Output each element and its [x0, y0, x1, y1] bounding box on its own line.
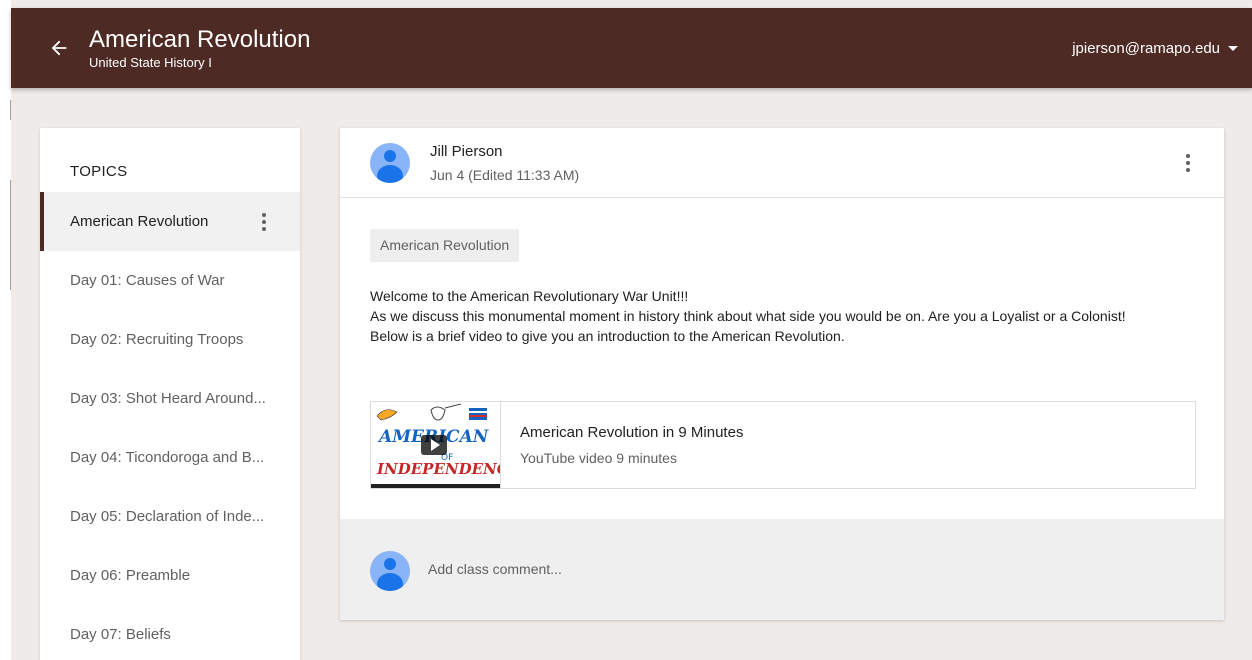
topic-item-label: Day 06: Preamble: [70, 567, 191, 584]
video-attachment[interactable]: AMERICAN OF INDEPENDENCE American Revolu…: [370, 401, 1196, 489]
topic-item-day-05[interactable]: Day 05: Declaration of Inde...: [40, 487, 300, 546]
topic-item-label: American Revolution: [70, 213, 209, 230]
topic-item-label: Day 03: Shot Heard Around...: [70, 390, 266, 407]
topic-item-label: Day 07: Beliefs: [70, 626, 171, 643]
post-body-line: Welcome to the American Revolutionary Wa…: [370, 288, 689, 304]
back-button[interactable]: [39, 28, 79, 68]
topics-heading: TOPICS: [70, 163, 128, 180]
page-title: American Revolution: [89, 25, 311, 53]
topic-item-day-02[interactable]: Day 02: Recruiting Troops: [40, 310, 300, 369]
window-edge-mark: [0, 100, 11, 120]
attachment-subtitle: YouTube video 9 minutes: [520, 450, 677, 466]
post-body-line: Below is a brief video to give you an in…: [370, 328, 845, 344]
add-class-comment-input[interactable]: Add class comment...: [428, 561, 562, 577]
author-avatar: [370, 143, 410, 183]
video-thumbnail: AMERICAN OF INDEPENDENCE: [371, 402, 501, 488]
topic-item-day-06[interactable]: Day 06: Preamble: [40, 546, 300, 605]
attachment-info: American Revolution in 9 Minutes YouTube…: [501, 402, 743, 488]
topic-item-label: Day 04: Ticondoroga and B...: [70, 449, 265, 466]
topic-item-day-04[interactable]: Day 04: Ticondoroga and B...: [40, 428, 300, 487]
class-subtitle: United State History I: [89, 54, 212, 70]
topic-chip[interactable]: American Revolution: [370, 229, 520, 262]
post-author: Jill Pierson: [430, 143, 503, 160]
classroom-page: American Revolution United State History…: [0, 0, 1252, 660]
header-titles: American Revolution United State History…: [89, 26, 310, 71]
account-menu-button[interactable]: jpierson@ramapo.edu: [1072, 40, 1238, 57]
post-card: Jill Pierson Jun 4 (Edited 11:33 AM) Ame…: [340, 128, 1224, 620]
post-date: Jun 4 (Edited 11:33 AM): [430, 167, 580, 183]
topic-item-american-revolution[interactable]: American Revolution: [40, 192, 300, 251]
comment-bar: Add class comment...: [340, 519, 1224, 620]
attachment-title: American Revolution in 9 Minutes: [520, 424, 744, 441]
window-edge: [0, 0, 11, 660]
topic-item-label: Day 01: Causes of War: [70, 272, 225, 289]
post-body-line: As we discuss this monumental moment in …: [370, 308, 1126, 324]
post-body: Welcome to the American Revolutionary Wa…: [370, 286, 1200, 346]
topic-item-day-01[interactable]: Day 01: Causes of War: [40, 251, 300, 310]
arrow-back-icon: [51, 40, 67, 56]
topic-item-label: Day 05: Declaration of Inde...: [70, 508, 265, 525]
caret-down-icon: [1228, 46, 1238, 51]
more-vert-icon[interactable]: [254, 210, 274, 234]
topic-list: American Revolution Day 01: Causes of Wa…: [40, 192, 300, 660]
post-header: Jill Pierson Jun 4 (Edited 11:33 AM): [340, 128, 1224, 198]
app-header: American Revolution United State History…: [11, 8, 1252, 88]
account-email: jpierson@ramapo.edu: [1072, 40, 1220, 57]
topic-item-label: Day 02: Recruiting Troops: [70, 331, 244, 348]
topics-sidebar: TOPICS American Revolution Day 01: Cause…: [40, 128, 300, 660]
topic-item-day-03[interactable]: Day 03: Shot Heard Around...: [40, 369, 300, 428]
topic-item-day-07[interactable]: Day 07: Beliefs: [40, 605, 300, 660]
video-thumbnail-art: AMERICAN OF INDEPENDENCE: [371, 402, 501, 488]
window-edge-line: [10, 180, 11, 290]
thumbnail-text-bottom: INDEPENDENCE: [376, 460, 501, 478]
post-more-vert-icon[interactable]: [1178, 150, 1198, 176]
commenter-avatar: [370, 551, 410, 591]
